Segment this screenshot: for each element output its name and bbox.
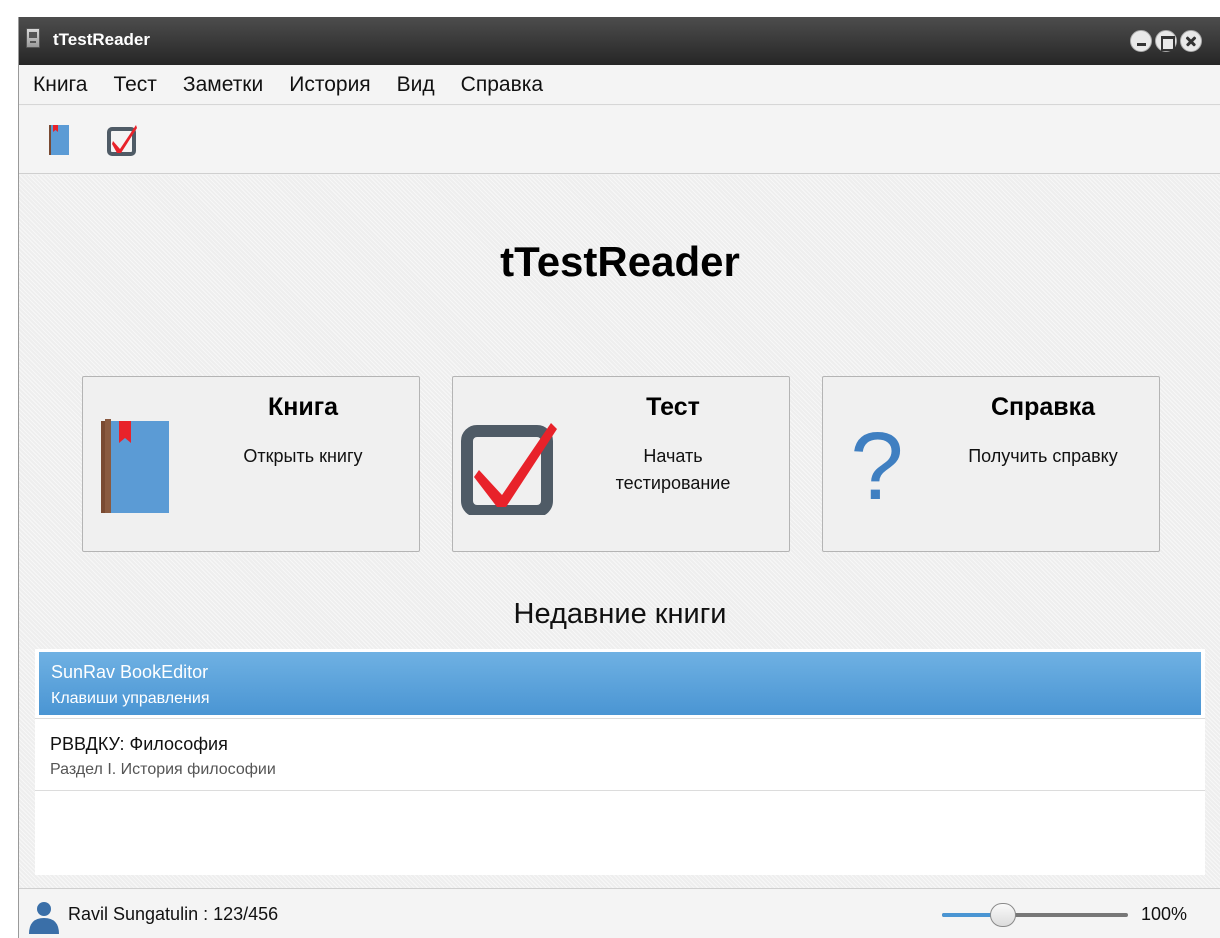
question-icon: ? <box>850 413 904 520</box>
maximize-button[interactable] <box>1155 30 1177 52</box>
user-status-text: Ravil Sungatulin : 123/456 <box>68 904 279 924</box>
menu-help[interactable]: Справка <box>461 73 543 97</box>
book-icon <box>49 125 69 155</box>
user-icon <box>29 902 59 934</box>
card-desc-test-line1: Начать <box>643 446 703 466</box>
card-title-book: Книга <box>267 393 339 421</box>
get-help-card[interactable]: ? Справка Получить справку <box>822 376 1160 552</box>
book-title: РВВДКУ: Философия <box>50 734 228 754</box>
card-desc-test-line2: тестирование <box>615 473 731 493</box>
menu-bar: Книга Тест Заметки История Вид Справка <box>19 65 1220 105</box>
menu-test[interactable]: Тест <box>113 73 156 97</box>
book-title: SunRav BookEditor <box>51 662 209 682</box>
menu-view[interactable]: Вид <box>397 73 435 97</box>
title-bar[interactable]: tTestReader <box>19 17 1220 65</box>
start-test-card[interactable]: Тест Начать тестирование <box>452 376 790 552</box>
book-subtitle: Клавиши управления <box>51 690 210 707</box>
card-desc-help: Получить справку <box>968 446 1118 466</box>
minimize-button[interactable] <box>1130 30 1152 52</box>
welcome-panel: tTestReader Книга Открыть книгу Тест Нач… <box>19 175 1220 888</box>
list-item[interactable]: SunRav BookEditor Клавиши управления <box>39 652 1201 715</box>
menu-book[interactable]: Книга <box>33 73 87 97</box>
zoom-slider[interactable] <box>942 903 1128 927</box>
list-item[interactable]: РВВДКУ: Философия Раздел I. История фило… <box>35 721 1205 791</box>
close-button[interactable] <box>1180 30 1202 52</box>
menu-history[interactable]: История <box>289 73 370 97</box>
book-subtitle: Раздел I. История философии <box>50 761 276 778</box>
open-book-card[interactable]: Книга Открыть книгу <box>82 376 420 552</box>
app-icon <box>26 28 40 48</box>
card-desc-book: Открыть книгу <box>243 446 363 466</box>
menu-notes[interactable]: Заметки <box>183 73 263 97</box>
book-icon <box>101 419 169 513</box>
page-title: tTestReader <box>500 238 740 285</box>
toolbar <box>19 106 1220 174</box>
open-book-toolbar-button[interactable] <box>39 120 79 160</box>
card-title-help: Справка <box>990 393 1096 421</box>
checkbox-checked-icon <box>107 125 137 156</box>
checkbox-checked-icon <box>461 423 557 515</box>
app-window: tTestReader Книга Тест Заметки История В… <box>18 17 1220 938</box>
recent-books-heading: Недавние книги <box>513 598 727 630</box>
zoom-slider-thumb[interactable] <box>990 903 1016 927</box>
card-title-test: Тест <box>646 393 700 421</box>
recent-books-list[interactable]: SunRav BookEditor Клавиши управления РВВ… <box>35 649 1205 875</box>
window-title: tTestReader <box>53 30 150 49</box>
start-test-toolbar-button[interactable] <box>103 120 143 160</box>
row-divider <box>35 718 1205 719</box>
status-bar: Ravil Sungatulin : 123/456 100% <box>19 888 1220 938</box>
zoom-level: 100% <box>1141 904 1188 924</box>
